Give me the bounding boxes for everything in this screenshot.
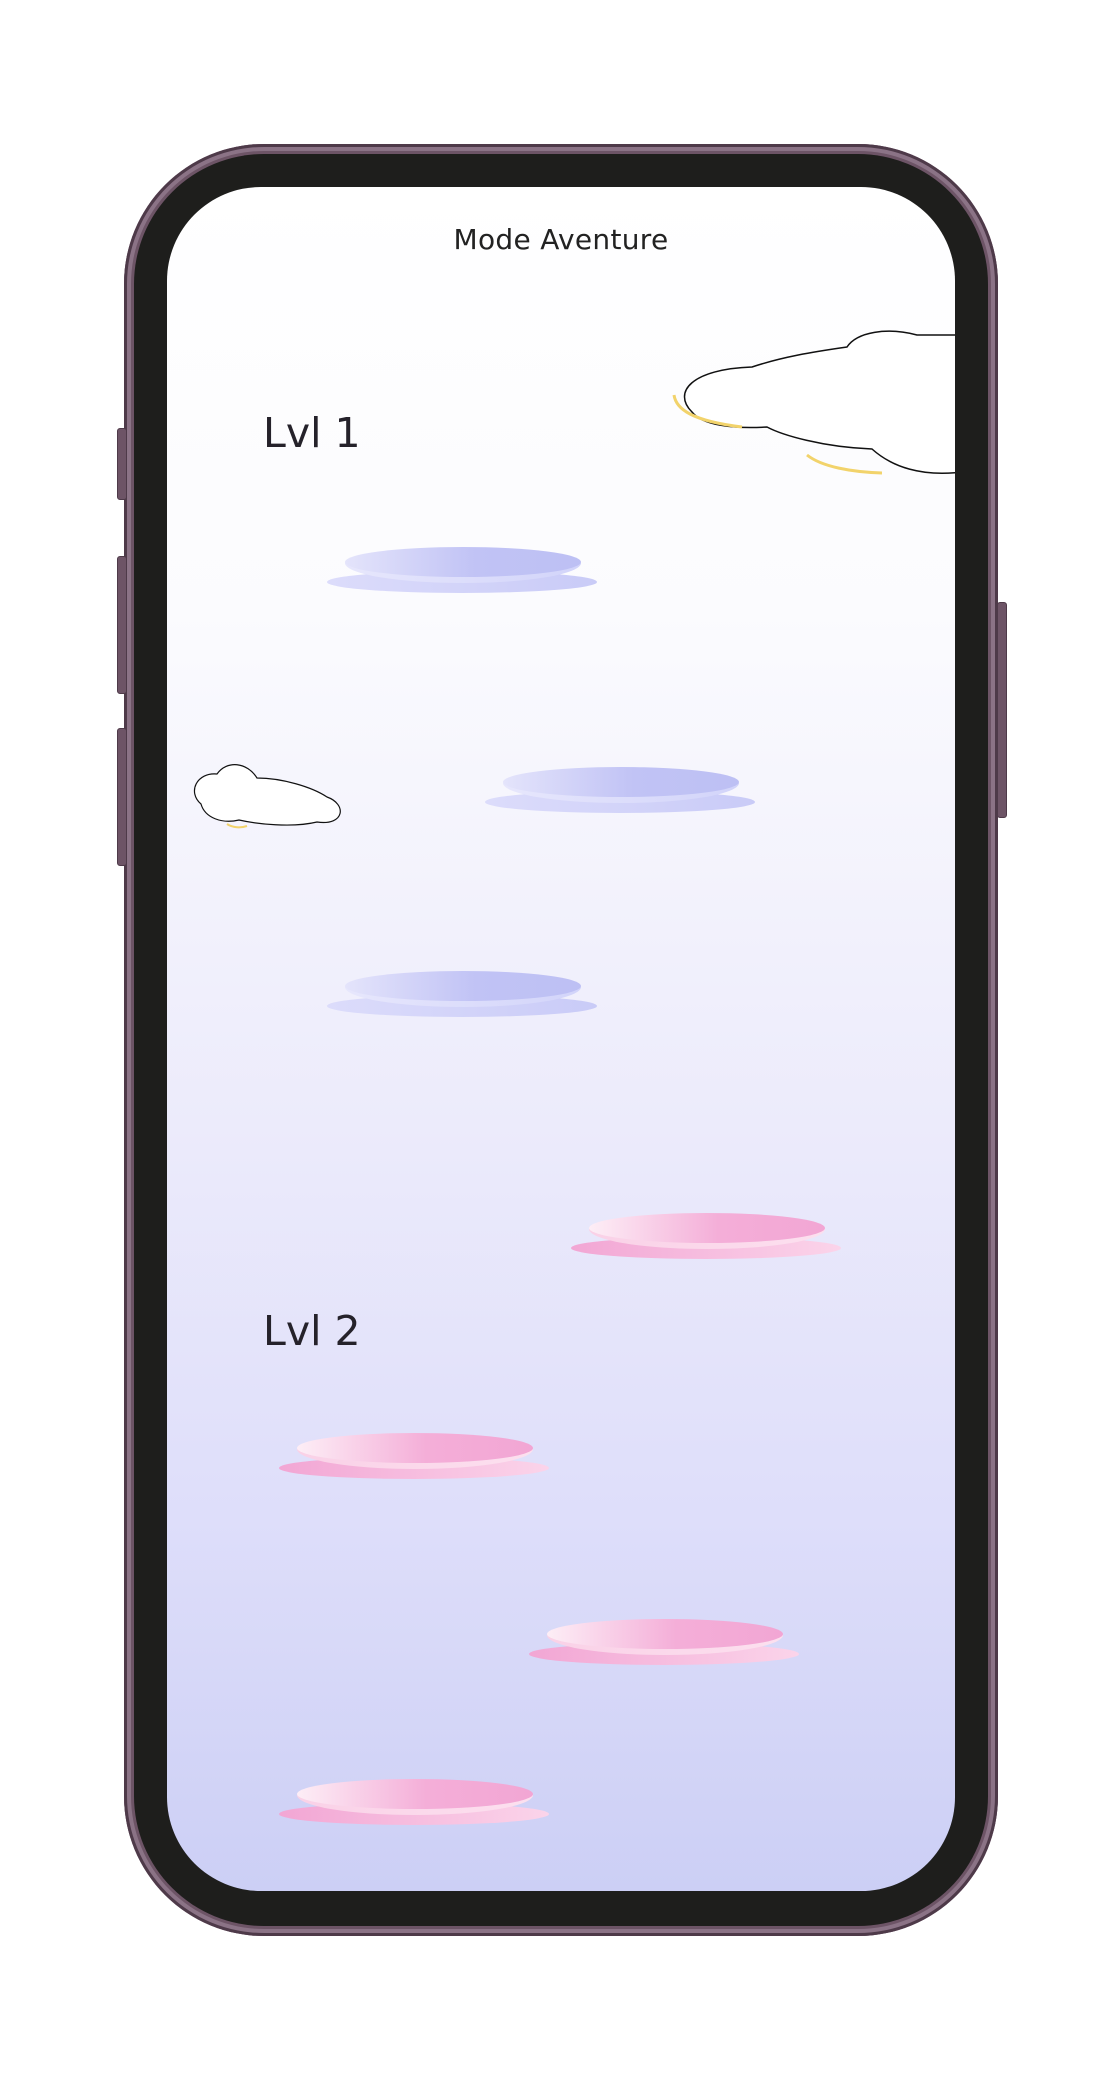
level-2-label: Lvl 2 bbox=[263, 1307, 361, 1355]
volume-down-button bbox=[117, 728, 127, 866]
level-1-step-1[interactable] bbox=[327, 547, 597, 599]
cloud-icon bbox=[194, 764, 341, 829]
level-1-step-2[interactable] bbox=[485, 767, 755, 819]
page-title: Mode Aventure bbox=[453, 223, 669, 256]
level-2-step-3[interactable] bbox=[529, 1619, 799, 1671]
level-1-label: Lvl 1 bbox=[263, 409, 361, 457]
power-button bbox=[997, 602, 1007, 818]
adventure-screen: Mode Aventure Lvl 1 Lvl 2 bbox=[167, 187, 955, 1891]
level-2-step-1[interactable] bbox=[571, 1213, 841, 1265]
action-button bbox=[117, 428, 127, 500]
level-1-step-3[interactable] bbox=[327, 971, 597, 1023]
level-2-step-2[interactable] bbox=[279, 1433, 549, 1485]
volume-up-button bbox=[117, 556, 127, 694]
cloud-icon bbox=[672, 330, 955, 475]
level-2-step-4[interactable] bbox=[279, 1779, 549, 1831]
